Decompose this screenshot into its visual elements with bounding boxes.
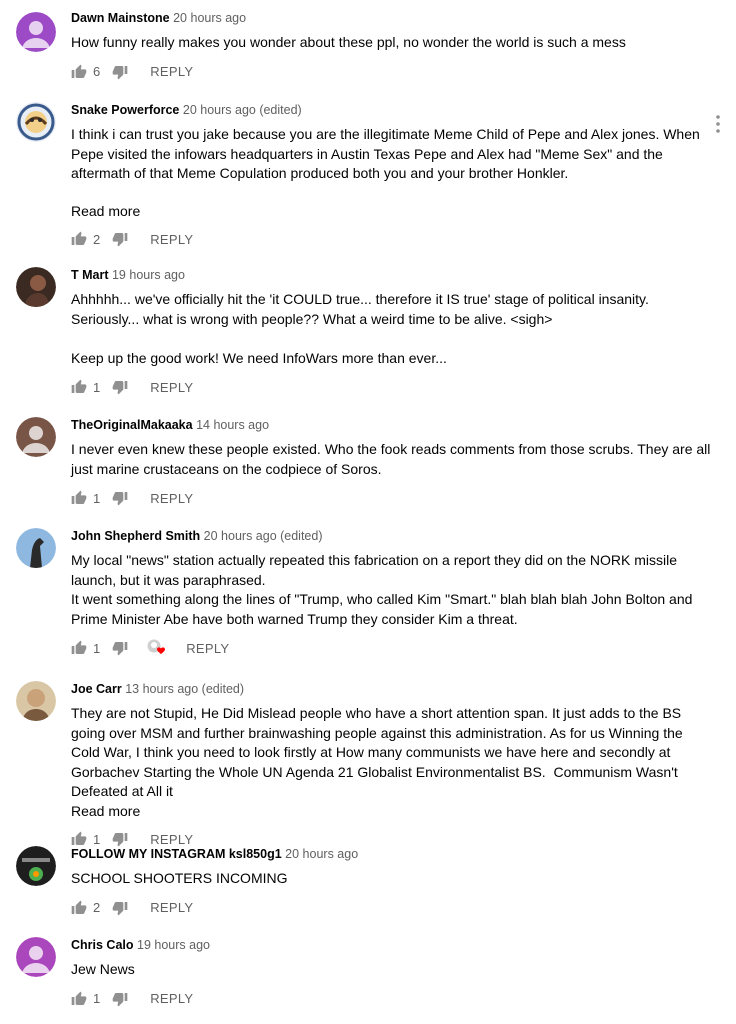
comment-author[interactable]: T Mart [71,268,109,282]
thumb-down-icon[interactable] [112,900,128,916]
reply-button[interactable]: REPLY [150,380,193,395]
thumb-up-icon[interactable] [71,991,87,1007]
comment-timestamp[interactable]: 19 hours ago [137,938,210,952]
comment-actions: 1 REPLY [71,638,711,658]
comment-actions: 1 REPLY [71,989,711,1009]
comment-actions: 6 REPLY [71,62,711,82]
comment-actions: 2 REPLY [71,898,711,918]
comment-timestamp[interactable]: 13 hours ago (edited) [125,682,244,696]
reply-button[interactable]: REPLY [150,491,193,506]
like-count: 6 [93,64,101,79]
avatar[interactable] [16,846,56,886]
reply-button[interactable]: REPLY [150,991,193,1006]
more-actions-icon[interactable] [714,114,722,134]
comment-text: SCHOOL SHOOTERS INCOMING [71,870,288,886]
avatar[interactable] [16,267,56,307]
reply-button[interactable]: REPLY [150,832,193,847]
comment-text: I think i can trust you jake because you… [71,126,704,181]
comment-text: Jew News [71,961,135,977]
like-count: 1 [93,490,101,506]
read-more-link[interactable]: Read more [71,202,711,222]
comment-actions: 1 REPLY [71,377,711,397]
comment-text: I never even knew these people existed. … [71,441,715,477]
thumb-down-icon[interactable] [112,991,128,1007]
reply-button[interactable]: REPLY [150,900,193,915]
comment-actions: 2 REPLY [71,229,711,249]
comment-author[interactable]: Joe Carr [71,682,122,696]
thumb-up-icon[interactable] [71,831,87,847]
like-count: 2 [93,231,101,247]
thumb-down-icon[interactable] [112,64,128,80]
comment-author[interactable]: FOLLOW MY INSTAGRAM ksl850g1 [71,847,282,861]
like-count: 1 [93,379,101,395]
comment-text: They are not Stupid, He Did Mislead peop… [71,705,687,799]
comment-timestamp[interactable]: 20 hours ago (edited) [183,103,302,117]
thumb-down-icon[interactable] [112,640,128,656]
comment-author[interactable]: TheOriginalMakaaka [71,418,193,432]
reply-button[interactable]: REPLY [150,64,193,79]
comment-timestamp[interactable]: 19 hours ago [112,268,185,282]
comment-author[interactable]: Dawn Mainstone [71,11,170,25]
thumb-down-icon[interactable] [112,831,128,847]
thumb-up-icon[interactable] [71,640,87,656]
avatar[interactable] [16,12,56,52]
thumb-up-icon[interactable] [71,379,87,395]
thumb-up-icon[interactable] [71,231,87,247]
thumb-up-icon[interactable] [71,900,87,916]
avatar[interactable] [16,528,56,568]
comment-text: Ahhhhh... we've officially hit the 'it C… [71,291,649,366]
reply-button[interactable]: REPLY [150,232,193,247]
comment-timestamp[interactable]: 20 hours ago [173,11,246,25]
avatar[interactable] [16,937,56,977]
avatar[interactable] [16,417,56,457]
comment-timestamp[interactable]: 14 hours ago [196,418,269,432]
thumb-up-icon[interactable] [71,64,87,80]
comment-actions: 1 REPLY [71,488,711,508]
thumb-down-icon[interactable] [112,379,128,395]
avatar[interactable] [16,681,56,721]
comment-author[interactable]: John Shepherd Smith [71,529,200,543]
comment-text: My local "news" station actually repeate… [71,552,693,627]
avatar[interactable] [16,102,56,142]
like-count: 1 [93,640,101,656]
comment-text: How funny really makes you wonder about … [71,34,626,50]
comment-author[interactable]: Chris Calo [71,938,134,952]
like-count: 1 [93,831,101,847]
reply-button[interactable]: REPLY [186,641,229,656]
comment-timestamp[interactable]: 20 hours ago (edited) [204,529,323,543]
creator-heart-icon [146,638,168,658]
comment-author[interactable]: Snake Powerforce [71,103,179,117]
like-count: 2 [93,900,101,915]
thumb-down-icon[interactable] [112,231,128,247]
thumb-down-icon[interactable] [112,490,128,506]
thumb-up-icon[interactable] [71,490,87,506]
read-more-link[interactable]: Read more [71,802,711,822]
like-count: 1 [93,991,101,1006]
comment-timestamp[interactable]: 20 hours ago [285,847,358,861]
